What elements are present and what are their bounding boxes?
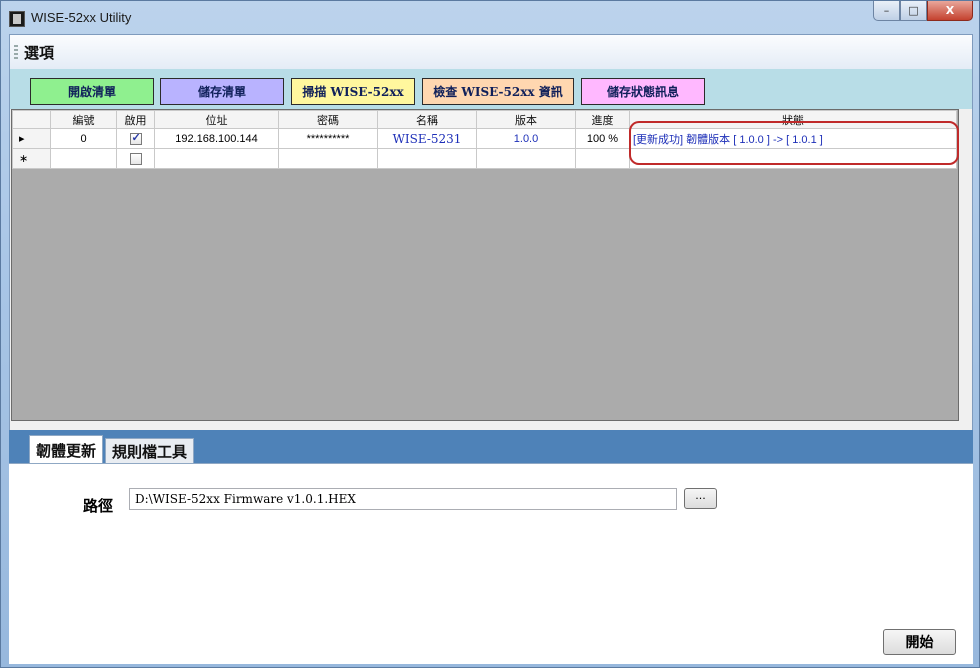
- col-header-enabled[interactable]: 啟用: [116, 110, 155, 129]
- new-cell-password[interactable]: [278, 148, 378, 169]
- cell-enabled[interactable]: [116, 128, 155, 149]
- col-header-progress[interactable]: 進度: [575, 110, 630, 129]
- grid-body: 編號 啟用 位址 密碼 名稱 版本 進度 狀態 ▸ 0 192.168.100.…: [12, 110, 958, 420]
- scan-button[interactable]: 掃描 WISE-52xx: [291, 78, 415, 105]
- tab-firmware-update[interactable]: 韌體更新: [29, 435, 104, 464]
- new-row-marker-icon[interactable]: ∗: [12, 148, 51, 169]
- cell-progress[interactable]: 100 %: [575, 128, 630, 149]
- title-bar[interactable]: WISE-52xx Utility – □ X: [1, 1, 980, 35]
- close-button[interactable]: X: [927, 1, 973, 21]
- new-cell-status[interactable]: [629, 148, 957, 169]
- row-selector-icon[interactable]: ▸: [12, 128, 51, 149]
- cell-status[interactable]: [更新成功] 韌體版本 [ 1.0.0 ] -> [ 1.0.1 ]: [629, 128, 957, 149]
- cell-address[interactable]: 192.168.100.144: [154, 128, 279, 149]
- col-header-version[interactable]: 版本: [476, 110, 576, 129]
- col-header-address[interactable]: 位址: [154, 110, 279, 129]
- new-cell-id[interactable]: [50, 148, 117, 169]
- maximize-button[interactable]: □: [900, 1, 927, 21]
- check-info-button[interactable]: 檢查 WISE-52xx 資訊: [422, 78, 574, 105]
- save-status-button[interactable]: 儲存狀態訊息: [581, 78, 705, 105]
- app-icon: [9, 11, 25, 27]
- firmware-path-input[interactable]: [129, 488, 677, 510]
- menu-grip-icon: [14, 45, 18, 59]
- new-cell-version[interactable]: [476, 148, 576, 169]
- cell-id[interactable]: 0: [50, 128, 117, 149]
- toolbar: 開啟清單 儲存清單 掃描 WISE-52xx 檢查 WISE-52xx 資訊 儲…: [10, 69, 972, 109]
- new-enabled-checkbox[interactable]: [129, 152, 142, 165]
- new-cell-name[interactable]: [377, 148, 477, 169]
- device-table: 編號 啟用 位址 密碼 名稱 版本 進度 狀態 ▸ 0 192.168.100.…: [12, 110, 957, 169]
- cell-password[interactable]: **********: [278, 128, 378, 149]
- browse-button[interactable]: ...: [684, 488, 717, 509]
- new-cell-enabled[interactable]: [116, 148, 155, 169]
- tab-rule-file-tool[interactable]: 規則檔工具: [105, 438, 195, 464]
- menu-options[interactable]: 選項: [24, 42, 54, 63]
- header-row: 編號 啟用 位址 密碼 名稱 版本 進度 狀態: [12, 110, 957, 129]
- new-cell-address[interactable]: [154, 148, 279, 169]
- cell-version[interactable]: 1.0.0: [476, 128, 576, 149]
- device-grid[interactable]: 編號 啟用 位址 密碼 名稱 版本 進度 狀態 ▸ 0 192.168.100.…: [11, 109, 959, 421]
- col-header-password[interactable]: 密碼: [278, 110, 378, 129]
- col-header-name[interactable]: 名稱: [377, 110, 477, 129]
- col-header-id[interactable]: 編號: [50, 110, 117, 129]
- table-row[interactable]: ▸ 0 192.168.100.144 ********** WISE-5231…: [12, 128, 957, 149]
- col-header-status[interactable]: 狀態: [629, 110, 957, 129]
- minimize-button[interactable]: –: [873, 1, 900, 21]
- app-window: WISE-52xx Utility – □ X 選項 開啟清單 儲存清單 掃描 …: [0, 0, 980, 668]
- new-row[interactable]: ∗: [12, 148, 957, 169]
- enabled-checkbox[interactable]: [129, 131, 142, 145]
- path-label: 路徑: [83, 497, 114, 515]
- new-cell-progress[interactable]: [575, 148, 630, 169]
- window-controls: – □ X: [873, 1, 973, 21]
- row-header-corner: [12, 110, 51, 129]
- cell-name[interactable]: WISE-5231: [377, 128, 477, 149]
- window-title: WISE-52xx Utility: [31, 10, 132, 25]
- menu-bar: 選項: [10, 35, 972, 69]
- save-list-button[interactable]: 儲存清單: [160, 78, 284, 105]
- start-button[interactable]: 開始: [883, 629, 956, 655]
- open-list-button[interactable]: 開啟清單: [30, 78, 154, 105]
